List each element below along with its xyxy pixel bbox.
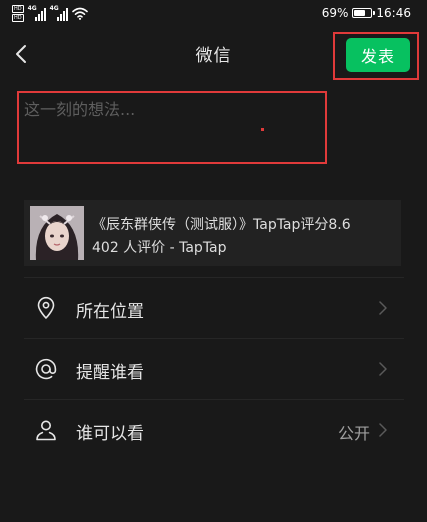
battery-icon: [352, 8, 376, 18]
chevron-right-icon: [379, 362, 387, 376]
visibility-value: 公开: [337, 424, 370, 443]
shared-link-card[interactable]: 《辰东群侠传（测试服）》TapTap评分8.6 402 人评价 - TapTap: [24, 200, 401, 266]
post-button[interactable]: 发表: [346, 38, 410, 72]
person-icon: [36, 420, 56, 441]
location-row[interactable]: 所在位置: [24, 278, 404, 338]
battery-percent: 69%: [321, 6, 349, 20]
status-time: 16:46: [376, 6, 411, 20]
at-sign-icon: [35, 358, 57, 380]
chevron-right-icon: [379, 301, 387, 315]
game-thumbnail-image: [30, 206, 84, 260]
hd-label-2: HD: [12, 14, 24, 22]
mention-row[interactable]: 提醒谁看: [24, 339, 404, 399]
signal-4g-icon: 4G: [28, 5, 46, 21]
compose-input[interactable]: [24, 96, 314, 156]
battery-fill: [354, 10, 365, 16]
highlight-dot: [261, 128, 264, 131]
character-portrait-icon: [30, 206, 84, 260]
chevron-right-icon: [379, 423, 387, 437]
mention-label: 提醒谁看: [76, 363, 144, 383]
moments-compose-screen: HD HD 4G 4G 69% 16:46 微信 发表 这一刻的想法... 《辰…: [0, 0, 427, 522]
location-label: 所在位置: [76, 302, 144, 322]
visibility-label: 谁可以看: [76, 424, 144, 444]
hd-label-1: HD: [12, 5, 24, 13]
status-right: 69% 16:46: [322, 6, 411, 20]
wifi-icon: [71, 7, 88, 20]
visibility-row[interactable]: 谁可以看 公开: [24, 400, 404, 460]
shared-link-subtitle: 402 人评价 - TapTap: [92, 240, 227, 256]
hd-icon: HD HD: [12, 5, 24, 22]
location-pin-icon: [37, 296, 55, 319]
status-left: HD HD 4G 4G: [12, 5, 88, 22]
shared-link-title: 《辰东群侠传（测试服）》TapTap评分8.6: [92, 217, 351, 233]
signal-4g-icon-2: 4G: [50, 5, 68, 21]
status-bar: HD HD 4G 4G 69% 16:46: [0, 0, 427, 28]
